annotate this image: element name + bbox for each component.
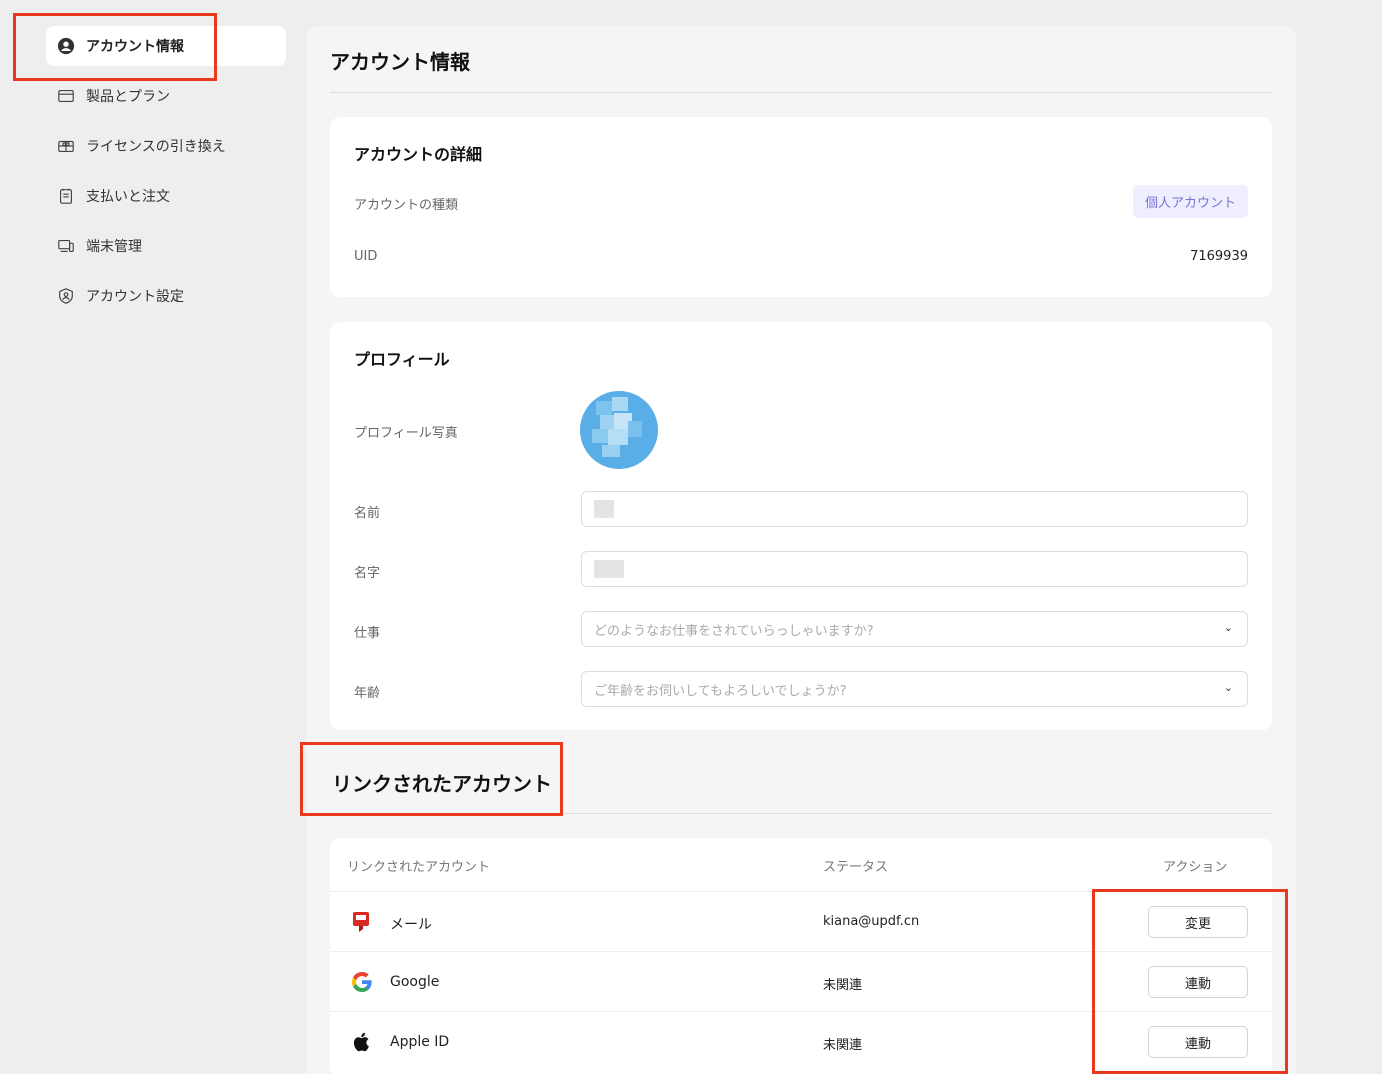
- uid-label: UID: [354, 249, 378, 264]
- last-name-label: 名字: [354, 566, 381, 581]
- job-select[interactable]: どのようなお仕事をされていらっしゃいますか? ⌄: [581, 611, 1248, 647]
- header-action: アクション: [1163, 860, 1228, 875]
- account-status: kiana@updf.cn: [823, 914, 920, 929]
- account-type-badge: 個人アカウント: [1132, 185, 1248, 218]
- account-status: 未関連: [823, 1038, 863, 1053]
- account-status: 未関連: [823, 978, 863, 993]
- highlight-box-actions: [1092, 889, 1288, 1074]
- uid-value: 7169939: [1190, 249, 1248, 264]
- highlight-box-account-info: [13, 13, 217, 81]
- account-details-card: アカウントの詳細 アカウントの種類 個人アカウント UID 7169939: [330, 117, 1272, 297]
- sidebar-item-label: 端末管理: [86, 239, 142, 255]
- redacted-value: [594, 560, 624, 578]
- sidebar-item-license[interactable]: ライセンスの引き換え: [46, 126, 286, 166]
- header-status: ステータス: [823, 860, 889, 875]
- sidebar-item-payments[interactable]: 支払いと注文: [46, 176, 286, 216]
- job-label: 仕事: [354, 626, 381, 641]
- mail-icon: [350, 910, 374, 934]
- google-icon: [350, 970, 374, 994]
- receipt-icon: [56, 186, 76, 206]
- sidebar-item-devices[interactable]: 端末管理: [46, 226, 286, 266]
- redacted-value: [594, 500, 614, 518]
- highlight-box-linked-title: [300, 742, 563, 816]
- account-name: Apple ID: [390, 1034, 450, 1050]
- chevron-down-icon: ⌄: [1223, 681, 1233, 694]
- sidebar-item-label: 支払いと注文: [86, 189, 170, 205]
- age-label: 年齢: [354, 686, 381, 701]
- first-name-label: 名前: [354, 506, 381, 521]
- account-type-label: アカウントの種類: [354, 198, 459, 213]
- sidebar-item-account-settings[interactable]: アカウント設定: [46, 276, 286, 316]
- account-name: Google: [390, 974, 440, 990]
- sidebar-item-label: アカウント設定: [86, 289, 184, 305]
- devices-icon: [56, 236, 76, 256]
- chevron-down-icon: ⌄: [1223, 621, 1233, 634]
- page-title: アカウント情報: [330, 50, 470, 74]
- shield-user-icon: [56, 286, 76, 306]
- sidebar-item-label: ライセンスの引き換え: [86, 139, 226, 155]
- account-details-title: アカウントの詳細: [354, 145, 483, 164]
- title-divider: [330, 92, 1272, 93]
- apple-icon: [350, 1030, 374, 1054]
- job-placeholder: どのようなお仕事をされていらっしゃいますか?: [594, 623, 874, 639]
- profile-card: プロフィール プロフィール写真 名前 名字 仕事 どのようなお仕事をされていらっ…: [330, 322, 1272, 730]
- avatar[interactable]: [580, 391, 658, 469]
- sidebar: アカウント情報 製品とプラン ライセンスの引き換え 支払いと注文 端末管理 アカ…: [0, 0, 300, 1074]
- profile-photo-label: プロフィール写真: [354, 426, 458, 441]
- sidebar-item-products[interactable]: 製品とプラン: [46, 76, 286, 116]
- account-name: メール: [390, 917, 432, 933]
- first-name-field[interactable]: [581, 491, 1248, 527]
- header-account: リンクされたアカウント: [347, 860, 491, 875]
- age-select[interactable]: ご年齢をお伺いしてもよろしいでしょうか? ⌄: [581, 671, 1248, 707]
- profile-title: プロフィール: [354, 350, 450, 369]
- age-placeholder: ご年齢をお伺いしてもよろしいでしょうか?: [594, 683, 847, 699]
- last-name-field[interactable]: [581, 551, 1248, 587]
- sidebar-item-label: 製品とプラン: [86, 89, 170, 105]
- card-icon: [56, 86, 76, 106]
- gift-icon: [56, 136, 76, 156]
